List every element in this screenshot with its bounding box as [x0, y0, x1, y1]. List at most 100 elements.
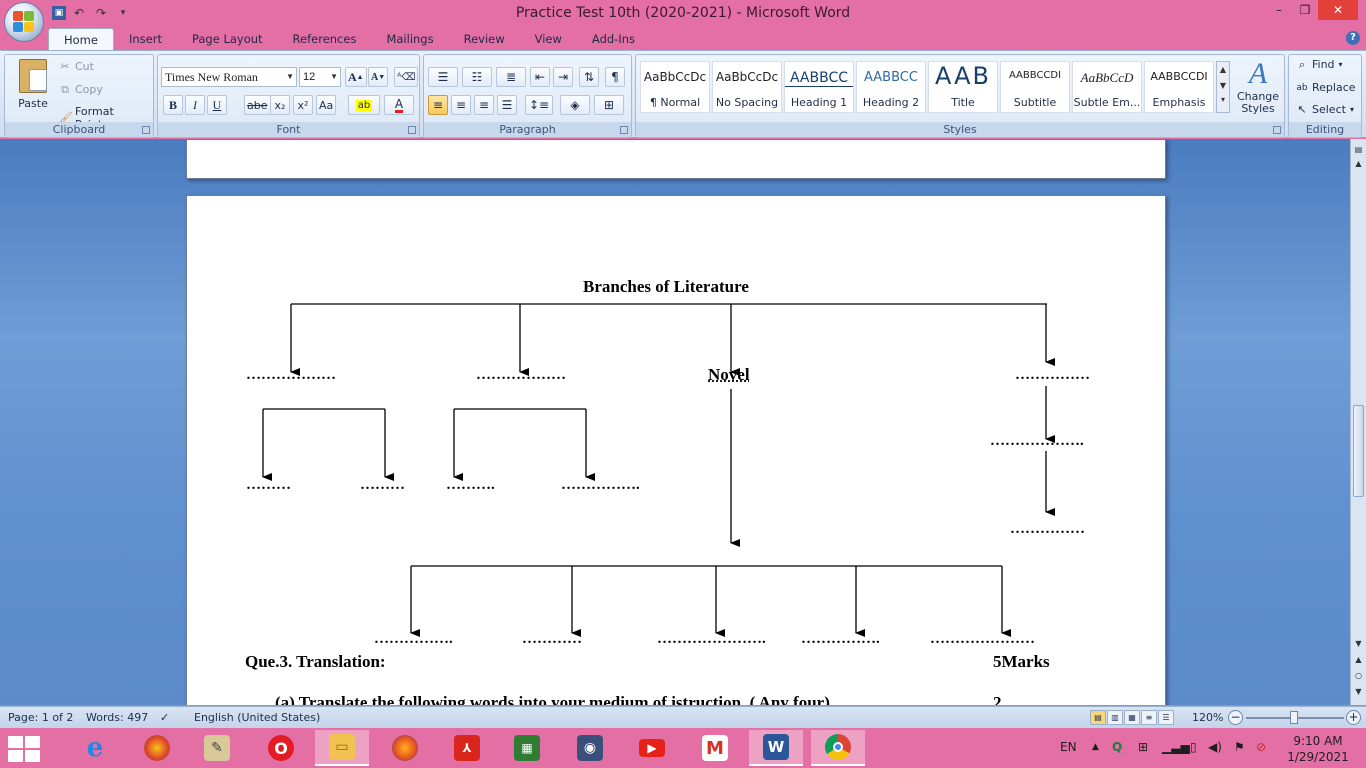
tab-review[interactable]: Review	[449, 28, 520, 50]
notification-icon[interactable]: ⊘	[1256, 740, 1266, 754]
tab-add-ins[interactable]: Add-Ins	[577, 28, 650, 50]
numbering-button[interactable]: ☷	[462, 67, 492, 87]
minimize-button[interactable]: –	[1266, 0, 1292, 20]
select-button[interactable]: ↖ Select ▾	[1296, 103, 1354, 116]
tab-mailings[interactable]: Mailings	[371, 28, 448, 50]
language-indicator[interactable]: English (United States)	[194, 711, 320, 724]
document-area[interactable]: Branches of Literature ……………… ……………… Nov…	[0, 139, 1350, 705]
taskbar-file-explorer[interactable]: ▭	[315, 730, 369, 766]
browse-object-icon[interactable]: ○	[1353, 671, 1364, 683]
cut-button[interactable]: ✂ Cut	[59, 60, 94, 73]
page-2[interactable]: Branches of Literature ……………… ……………… Nov…	[186, 195, 1166, 705]
page-indicator[interactable]: Page: 1 of 2	[8, 711, 73, 724]
justify-button[interactable]: ☰	[497, 95, 517, 115]
tray-app-icon[interactable]: Q	[1112, 740, 1122, 754]
change-case-button[interactable]: Aa	[316, 95, 337, 115]
font-launcher-icon[interactable]	[408, 126, 416, 134]
zoom-in-icon[interactable]: +	[1346, 710, 1361, 725]
taskbar-app-9[interactable]: ◉	[563, 730, 617, 766]
style-normal[interactable]: AaBbCcDc ¶ Normal	[640, 61, 710, 113]
grow-font-button[interactable]: A ▲	[345, 67, 367, 87]
taskbar-acrobat[interactable]: ⅄	[440, 730, 494, 766]
shading-button[interactable]: ◈	[560, 95, 590, 115]
find-button[interactable]: ⌕ Find ▾	[1296, 58, 1343, 71]
close-button[interactable]: ✕	[1318, 0, 1358, 20]
font-color-button[interactable]: A	[384, 95, 414, 115]
previous-page-icon[interactable]: ▲	[1353, 655, 1364, 667]
more-icon[interactable]: ▾	[1217, 94, 1229, 106]
office-button[interactable]	[4, 2, 44, 42]
scroll-down-icon[interactable]: ▼	[1353, 639, 1364, 651]
taskbar-app-8[interactable]: ▦	[500, 730, 554, 766]
strikethrough-button[interactable]: abe	[244, 95, 271, 115]
change-styles-button[interactable]: A Change Styles	[1234, 57, 1282, 115]
scroll-up-icon[interactable]: ▲	[1217, 62, 1229, 78]
paragraph-launcher-icon[interactable]	[620, 126, 628, 134]
style-heading-2[interactable]: AABBCC Heading 2	[856, 61, 926, 113]
style-heading-1[interactable]: AABBCC Heading 1	[784, 61, 854, 113]
multilevel-list-button[interactable]: ≣	[496, 67, 526, 87]
style-emphasis[interactable]: AABBCCDI Emphasis	[1144, 61, 1214, 113]
clipboard-launcher-icon[interactable]	[142, 126, 150, 134]
scrollbar-thumb[interactable]	[1353, 405, 1364, 497]
borders-button[interactable]: ⊞	[594, 95, 624, 115]
zoom-level[interactable]: 120%	[1192, 711, 1223, 724]
clear-formatting-button[interactable]: ᴬ⌫	[394, 67, 419, 87]
line-spacing-button[interactable]: ↕≡	[525, 95, 553, 115]
style-subtitle[interactable]: AABBCCDI Subtitle	[1000, 61, 1070, 113]
highlight-button[interactable]: ab	[348, 95, 380, 115]
taskbar-gmail[interactable]: M	[688, 730, 742, 766]
paste-button[interactable]: Paste	[13, 59, 53, 110]
superscript-button[interactable]: x²	[293, 95, 313, 115]
shrink-font-button[interactable]: A ▼	[368, 67, 389, 87]
taskbar-app-3[interactable]: ✎	[190, 730, 244, 766]
proofing-icon[interactable]: ✓	[160, 711, 169, 724]
font-name-box[interactable]: Times New Roman ▼	[161, 67, 297, 87]
copy-button[interactable]: ⧉ Copy	[59, 83, 103, 96]
subscript-button[interactable]: x₂	[270, 95, 290, 115]
draft-icon[interactable]: ☰	[1158, 710, 1174, 725]
battery-icon[interactable]: ▯	[1190, 740, 1197, 754]
italic-button[interactable]: I	[185, 95, 205, 115]
zoom-slider-thumb[interactable]	[1290, 711, 1298, 724]
style-subtle-emphasis[interactable]: AaBbCcD Subtle Em...	[1072, 61, 1142, 113]
windows-start-icon[interactable]	[8, 736, 42, 762]
show-hide-button[interactable]: ¶	[605, 67, 625, 87]
tab-insert[interactable]: Insert	[114, 28, 177, 50]
clock[interactable]: 9:10 AM 1/29/2021	[1280, 733, 1356, 765]
decrease-indent-button[interactable]: ⇤	[530, 67, 550, 87]
volume-icon[interactable]: ◀)	[1208, 740, 1222, 754]
zoom-out-icon[interactable]: −	[1228, 710, 1243, 725]
underline-button[interactable]: U	[207, 95, 227, 115]
word-count[interactable]: Words: 497	[86, 711, 148, 724]
tab-page-layout[interactable]: Page Layout	[177, 28, 278, 50]
bullets-button[interactable]: ☰	[428, 67, 458, 87]
taskbar-chrome[interactable]	[811, 730, 865, 766]
align-center-button[interactable]: ≡	[451, 95, 471, 115]
full-screen-reading-icon[interactable]: ▥	[1107, 710, 1123, 725]
next-page-icon[interactable]: ▼	[1353, 687, 1364, 699]
restore-button[interactable]: ❐	[1292, 0, 1318, 20]
styles-launcher-icon[interactable]	[1273, 126, 1281, 134]
taskbar-opera[interactable]: O	[254, 730, 308, 766]
tab-view[interactable]: View	[520, 28, 577, 50]
tab-home[interactable]: Home	[48, 28, 114, 50]
vertical-scrollbar[interactable]: ▤ ▲ ▼ ▲ ○ ▼	[1350, 139, 1366, 705]
outline-icon[interactable]: ≡	[1141, 710, 1157, 725]
taskbar-app-2[interactable]	[130, 730, 184, 766]
scroll-down-icon[interactable]: ▼	[1217, 78, 1229, 94]
network-device-icon[interactable]: ⊞	[1138, 740, 1148, 754]
scroll-up-icon[interactable]: ▲	[1353, 159, 1364, 171]
flag-icon[interactable]: ⚑	[1234, 740, 1245, 754]
taskbar-youtube[interactable]: ▶	[625, 730, 679, 766]
tab-references[interactable]: References	[278, 28, 372, 50]
increase-indent-button[interactable]: ⇥	[553, 67, 573, 87]
web-layout-icon[interactable]: ▦	[1124, 710, 1140, 725]
input-language[interactable]: EN	[1060, 740, 1077, 754]
help-icon[interactable]: ?	[1346, 31, 1360, 45]
style-no-spacing[interactable]: AaBbCcDc No Spacing	[712, 61, 782, 113]
sort-button[interactable]: ⇅	[579, 67, 599, 87]
style-title[interactable]: AAB Title	[928, 61, 998, 113]
taskbar-internet-explorer[interactable]: e	[68, 730, 122, 766]
show-hidden-icons-icon[interactable]: ▲	[1092, 742, 1099, 752]
